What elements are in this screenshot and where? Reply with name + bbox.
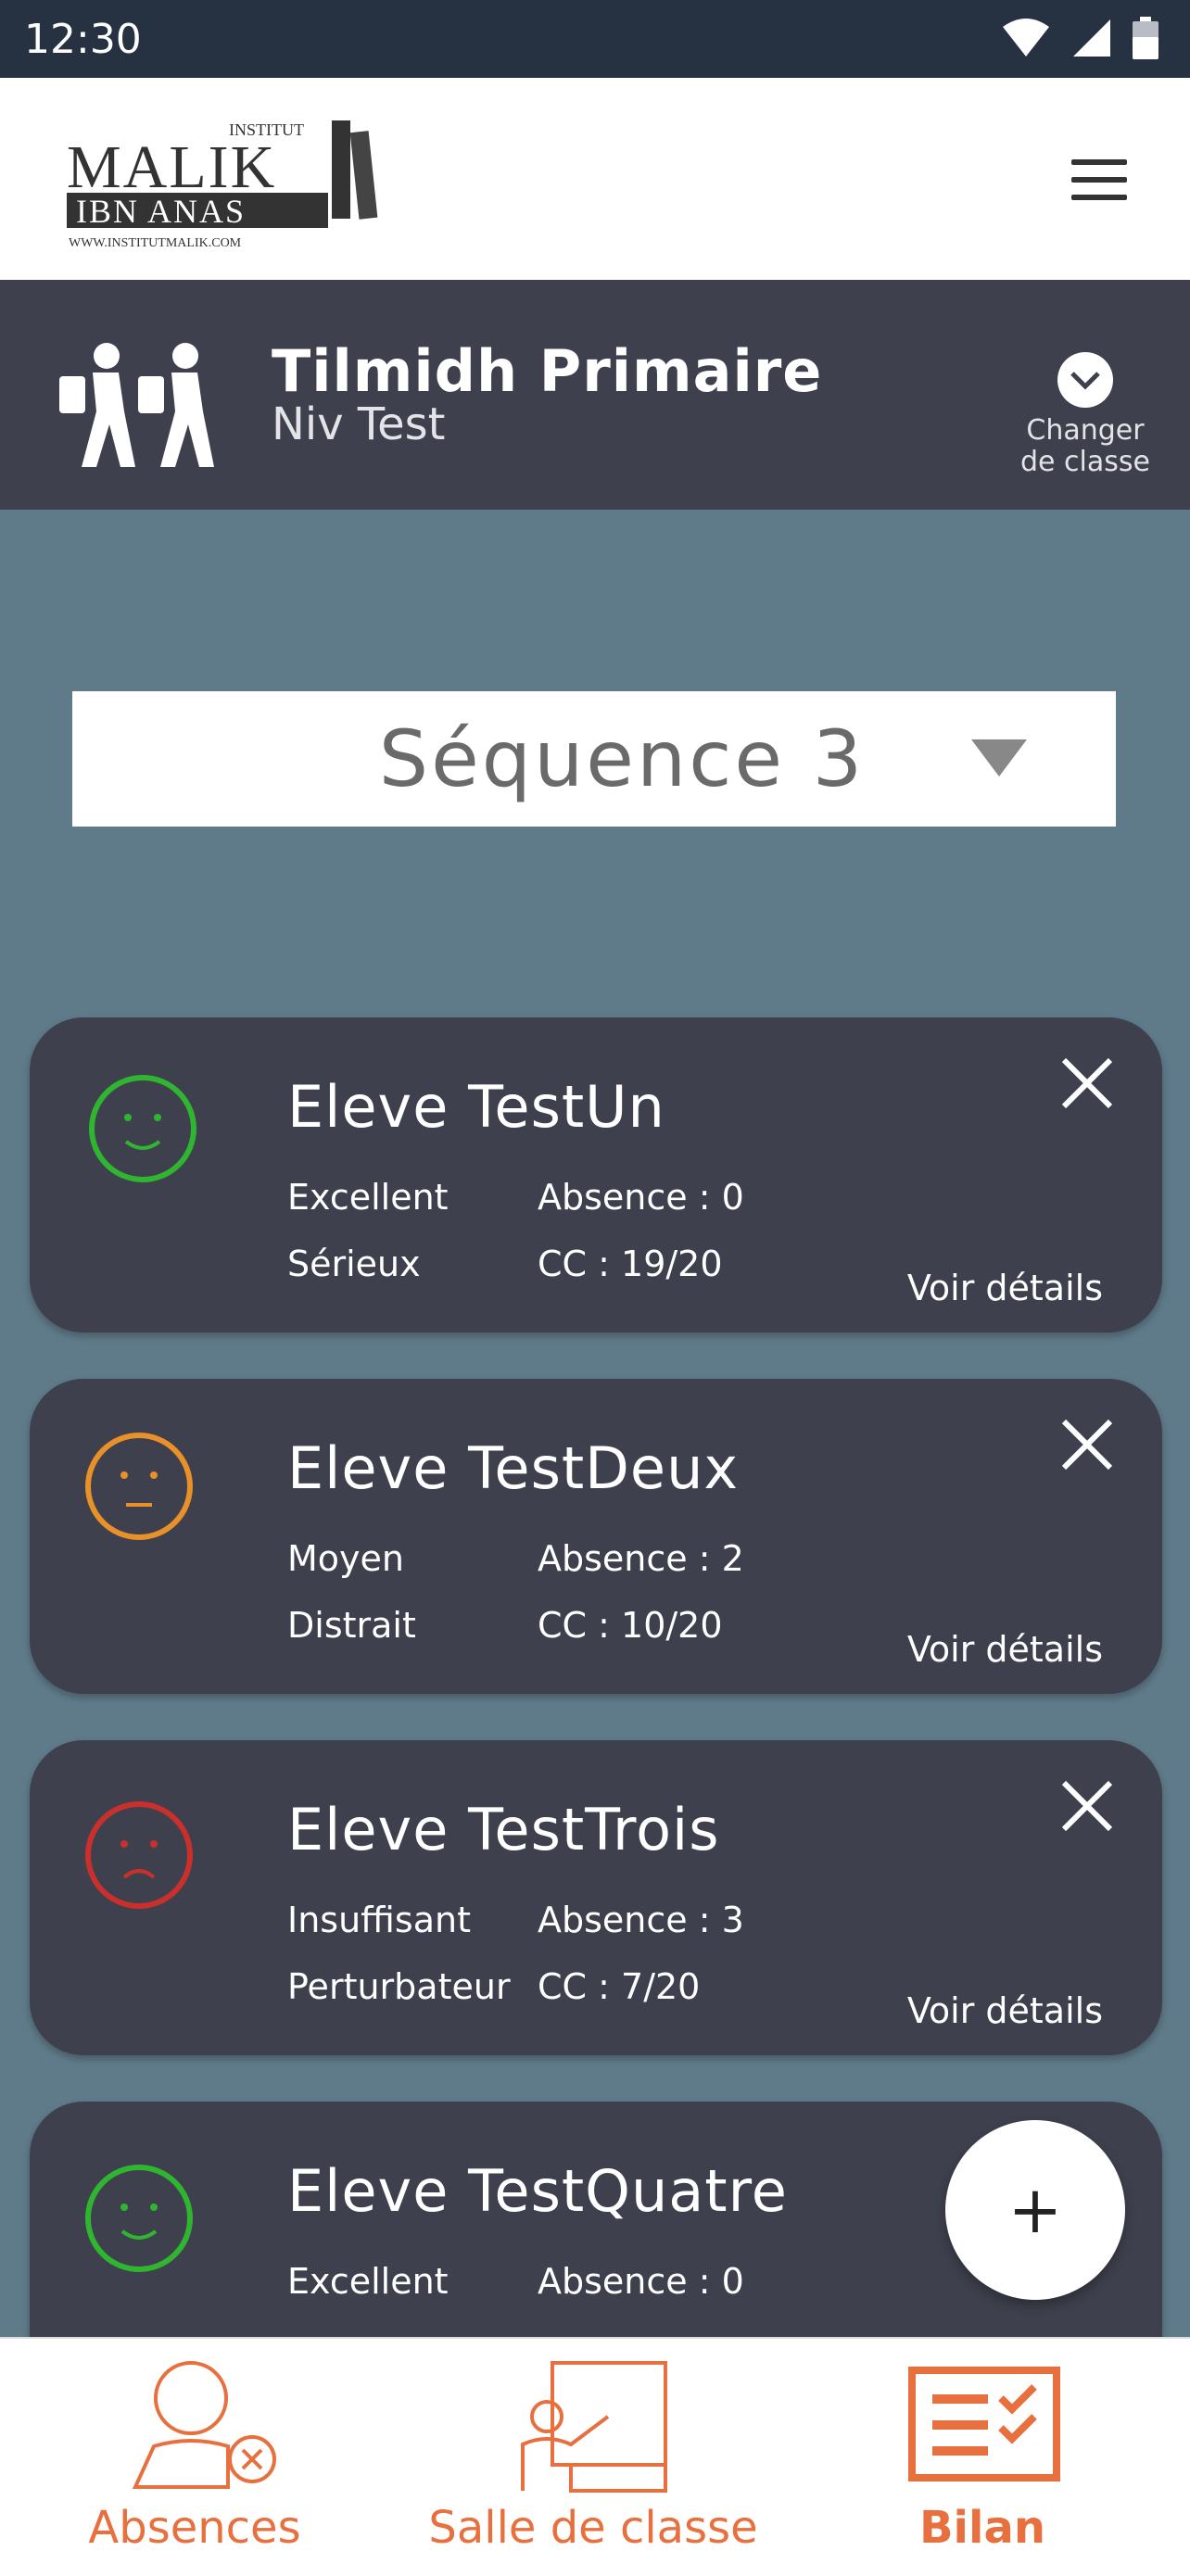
change-class-label-line1: Changer: [1026, 414, 1145, 447]
change-class-label-line2: de classe: [1020, 446, 1150, 478]
class-bar: Tilmidh Primaire Niv Test Changer de cla…: [0, 280, 1190, 510]
student-absence: Absence : 0: [538, 1177, 744, 1218]
student-level: Moyen: [287, 1538, 404, 1579]
nav-bilan[interactable]: Bilan: [871, 2339, 1094, 2576]
neutral-face-icon: [85, 1433, 193, 1540]
details-link[interactable]: Voir détails: [907, 1268, 1103, 1308]
sequence-select[interactable]: Séquence 3: [72, 691, 1116, 827]
nav-label-absences: Absences: [88, 2502, 301, 2554]
wifi-icon: [1003, 19, 1049, 57]
dropdown-caret-icon: [971, 739, 1027, 777]
sequence-selected-label: Séquence 3: [378, 713, 866, 804]
status-bar: 12:30: [0, 0, 1190, 78]
close-icon[interactable]: [1058, 1416, 1116, 1473]
happy-face-icon: [85, 2165, 193, 2272]
nav-label-salle-de-classe: Salle de classe: [428, 2502, 758, 2554]
checklist-icon: [908, 2367, 1060, 2481]
class-title: Tilmidh Primaire: [272, 337, 823, 405]
student-behavior: Perturbateur: [287, 1966, 511, 2007]
nav-salle-de-classe[interactable]: Salle de classe: [408, 2339, 779, 2576]
sad-face-icon: [85, 1801, 193, 1909]
close-icon[interactable]: [1058, 1777, 1116, 1835]
student-cc: CC : 19/20: [538, 1244, 723, 1284]
absent-person-icon: [132, 2361, 276, 2489]
details-link[interactable]: Voir détails: [907, 1629, 1103, 1670]
student-name: Eleve TestQuatre: [287, 2157, 788, 2225]
student-name: Eleve TestDeux: [287, 1434, 740, 1502]
student-name: Eleve TestTrois: [287, 1796, 720, 1863]
details-link[interactable]: Voir détails: [907, 1990, 1103, 2031]
battery-icon: [1133, 17, 1158, 59]
class-level: Niv Test: [272, 398, 446, 450]
svg-text:WWW.INSTITUTMALIK.COM: WWW.INSTITUTMALIK.COM: [69, 236, 242, 250]
student-behavior: Sérieux: [287, 1244, 421, 1284]
student-cc: CC : 7/20: [538, 1966, 701, 2007]
menu-icon[interactable]: [1071, 159, 1127, 200]
chevron-down-icon: [1070, 372, 1100, 390]
student-card[interactable]: Eleve TestTrois Insuffisant Absence : 3 …: [30, 1740, 1162, 2055]
svg-text:IBN ANAS: IBN ANAS: [76, 193, 246, 230]
nav-label-bilan: Bilan: [918, 2502, 1046, 2554]
cellular-signal-icon: [1073, 19, 1110, 57]
classroom-icon: [521, 2361, 667, 2493]
student-name: Eleve TestUn: [287, 1073, 665, 1141]
change-class-button[interactable]: Changer de classe: [1016, 352, 1155, 478]
student-cc: CC : 10/20: [538, 1605, 723, 1646]
status-time: 12:30: [24, 15, 142, 63]
student-card[interactable]: Eleve TestDeux Moyen Absence : 2 Distrai…: [30, 1379, 1162, 1694]
student-level: Excellent: [287, 2261, 449, 2302]
student-absence: Absence : 3: [538, 1900, 744, 1940]
institut-malik-logo[interactable]: INSTITUT MALIK IBN ANAS WWW.INSTITUTMALI…: [67, 115, 391, 254]
student-card[interactable]: Eleve TestUn Excellent Absence : 0 Série…: [30, 1017, 1162, 1332]
happy-face-icon: [89, 1075, 196, 1182]
walking-students-icon: [59, 343, 214, 467]
student-level: Insuffisant: [287, 1900, 471, 1940]
student-behavior: Distrait: [287, 1605, 416, 1646]
add-button[interactable]: +: [945, 2120, 1125, 2300]
student-absence: Absence : 2: [538, 1538, 744, 1579]
close-icon[interactable]: [1058, 1054, 1116, 1112]
student-level: Excellent: [287, 1177, 449, 1218]
svg-text:MALIK: MALIK: [67, 133, 276, 201]
nav-absences[interactable]: Absences: [56, 2339, 334, 2576]
bottom-nav: Absences Salle de classe Bilan: [0, 2337, 1190, 2576]
student-absence: Absence : 0: [538, 2261, 744, 2302]
